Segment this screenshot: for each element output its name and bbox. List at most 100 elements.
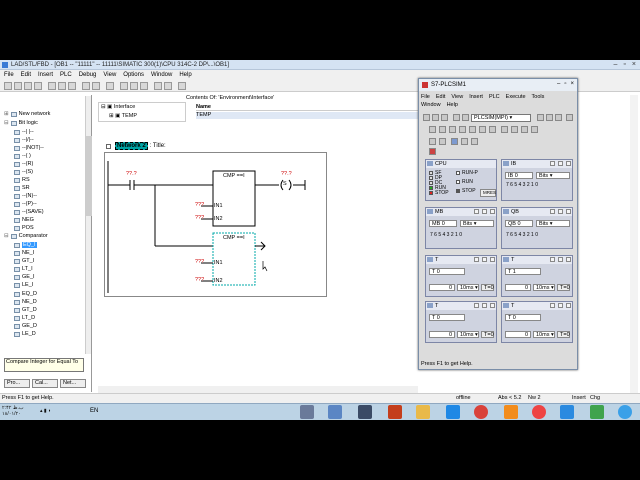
timer-base-select[interactable]: 10ms ▾	[457, 284, 479, 291]
step-icon[interactable]	[471, 138, 478, 145]
tree-item[interactable]: EQ_D	[14, 291, 37, 297]
tree-item[interactable]: --(R)	[14, 161, 33, 167]
simatic-icon[interactable]	[590, 405, 604, 419]
timer-value-field[interactable]: 0	[505, 284, 531, 291]
timer-address-field[interactable]: T 0	[429, 314, 465, 321]
tree-scrollbar[interactable]	[85, 96, 92, 354]
plcsim-connection-select[interactable]: PLCSIM(MPI) ▾	[471, 114, 531, 122]
qb-close[interactable]	[566, 209, 571, 214]
insert-counter-icon[interactable]	[469, 126, 476, 133]
plcsim-config-icon[interactable]	[537, 114, 544, 121]
ib-minimize[interactable]	[550, 161, 555, 166]
qb-minimize[interactable]	[550, 209, 555, 214]
tree-item[interactable]: --(S)	[14, 169, 33, 175]
save-icon[interactable]	[24, 82, 32, 90]
copy-icon[interactable]	[58, 82, 66, 90]
coil-icon[interactable]	[140, 82, 148, 90]
cmp1-in1-operand[interactable]: ???	[195, 202, 204, 208]
explorer-icon[interactable]	[560, 405, 574, 419]
pause-icon[interactable]	[451, 138, 458, 145]
timer-base-select[interactable]: 10ms ▾	[457, 331, 479, 338]
cmp1-in2-operand[interactable]: ???	[195, 215, 204, 221]
run-checkbox[interactable]	[456, 180, 460, 184]
timer-close[interactable]	[566, 257, 571, 262]
tree-item[interactable]: ⊟ Comparator	[4, 233, 48, 239]
tree-item[interactable]: POS	[14, 225, 34, 231]
plcsim-menu-window[interactable]: Window	[421, 102, 441, 108]
paste-icon[interactable]	[68, 82, 76, 90]
network-title[interactable]: : Title:	[150, 143, 166, 149]
timer-maximize[interactable]	[482, 303, 487, 308]
tree-item[interactable]: GT_D	[14, 307, 37, 313]
folder-icon[interactable]	[416, 405, 430, 419]
plcsim-paste-icon[interactable]	[462, 114, 469, 121]
mres-button[interactable]: MRES	[480, 189, 496, 197]
contents-row[interactable]: TEMP	[196, 112, 446, 119]
plcsim-view-icon[interactable]	[546, 114, 553, 121]
interface-temp[interactable]: ⊞ ▣ TEMP	[109, 113, 137, 119]
tree-item[interactable]: LE_I	[14, 282, 33, 288]
insert-bit-memory-icon[interactable]	[449, 126, 456, 133]
cycle-continuous-icon[interactable]	[439, 138, 446, 145]
tree-item[interactable]: ⊟ Bit logic	[4, 120, 38, 126]
tab-call-structure[interactable]: Cal...	[32, 379, 58, 388]
plcsim-new-icon[interactable]	[423, 114, 430, 121]
timer-maximize[interactable]	[558, 303, 563, 308]
contact-address[interactable]: ??.?	[126, 171, 137, 177]
timer-minimize[interactable]	[474, 303, 479, 308]
menu-insert[interactable]: Insert	[38, 72, 53, 78]
tree-item[interactable]: GE_I	[14, 274, 35, 280]
plcsim-menu-view[interactable]: View	[451, 94, 463, 100]
plcsim-menu-file[interactable]: File	[421, 94, 430, 100]
ie-icon[interactable]	[446, 405, 460, 419]
vertical-scrollbar[interactable]	[630, 95, 638, 393]
insert-vertical-bits-icon[interactable]	[489, 126, 496, 133]
menu-debug[interactable]: Debug	[79, 72, 97, 78]
timer-value-field[interactable]: 0	[429, 284, 455, 291]
tree-item[interactable]: ⊞ New network	[4, 111, 50, 117]
tree-item[interactable]: --( )	[14, 153, 31, 159]
timer-address-field[interactable]: T 0	[505, 314, 541, 321]
timer-reset-button[interactable]: T=0	[557, 284, 570, 291]
timer-address-field[interactable]: T 0	[429, 268, 465, 275]
timer-minimize[interactable]	[550, 257, 555, 262]
plcsim-help-icon[interactable]	[566, 114, 573, 121]
upload-icon[interactable]	[92, 82, 100, 90]
tree-item[interactable]: LT_I	[14, 266, 33, 272]
interface-root[interactable]: ⊟ ▣ Interface	[101, 104, 135, 110]
contact-no-icon[interactable]	[120, 82, 128, 90]
cut-icon[interactable]	[48, 82, 56, 90]
next-cycle-icon[interactable]	[461, 138, 468, 145]
timer-reset-button[interactable]: T=0	[557, 331, 570, 338]
timer-base-select[interactable]: 10ms ▾	[533, 331, 555, 338]
run-p-checkbox[interactable]	[456, 171, 460, 175]
tree-item[interactable]: --(P)--	[14, 201, 37, 207]
timer-base-select[interactable]: 10ms ▾	[533, 284, 555, 291]
collapse-box[interactable]	[106, 143, 111, 149]
maximize-button[interactable]: ▫	[623, 61, 625, 68]
plcsim-menu-help[interactable]: Help	[447, 102, 458, 108]
stop-checkbox[interactable]	[456, 189, 460, 193]
tree-item[interactable]: --| |--	[14, 129, 34, 135]
mb-minimize[interactable]	[474, 209, 479, 214]
insert-generic-icon[interactable]	[479, 126, 486, 133]
tree-item[interactable]: GE_D	[14, 323, 37, 329]
tree-item[interactable]: RS	[14, 177, 30, 183]
tree-item[interactable]: GT_I	[14, 258, 34, 264]
plcsim-cut-icon[interactable]	[453, 114, 460, 121]
download-icon[interactable]	[82, 82, 90, 90]
cmp2-in2-operand[interactable]: ???	[195, 277, 204, 283]
insert-block-registers-icon[interactable]	[521, 126, 528, 133]
cmp2-in1-operand[interactable]: ???	[195, 259, 204, 265]
plcsim-menu-execute[interactable]: Execute	[506, 94, 526, 100]
branch-close-icon[interactable]	[164, 82, 172, 90]
open-icon[interactable]	[14, 82, 22, 90]
mb-address-field[interactable]: MB 0	[429, 220, 457, 227]
ib-close[interactable]	[566, 161, 571, 166]
insert-stacks-icon[interactable]	[501, 126, 508, 133]
plcsim-grid-icon[interactable]	[555, 114, 562, 121]
plcsim-taskbar-icon[interactable]	[300, 405, 314, 419]
timer-reset-button[interactable]: T=0	[481, 331, 494, 338]
timer-address-field[interactable]: T 1	[505, 268, 541, 275]
player-icon[interactable]	[532, 405, 546, 419]
